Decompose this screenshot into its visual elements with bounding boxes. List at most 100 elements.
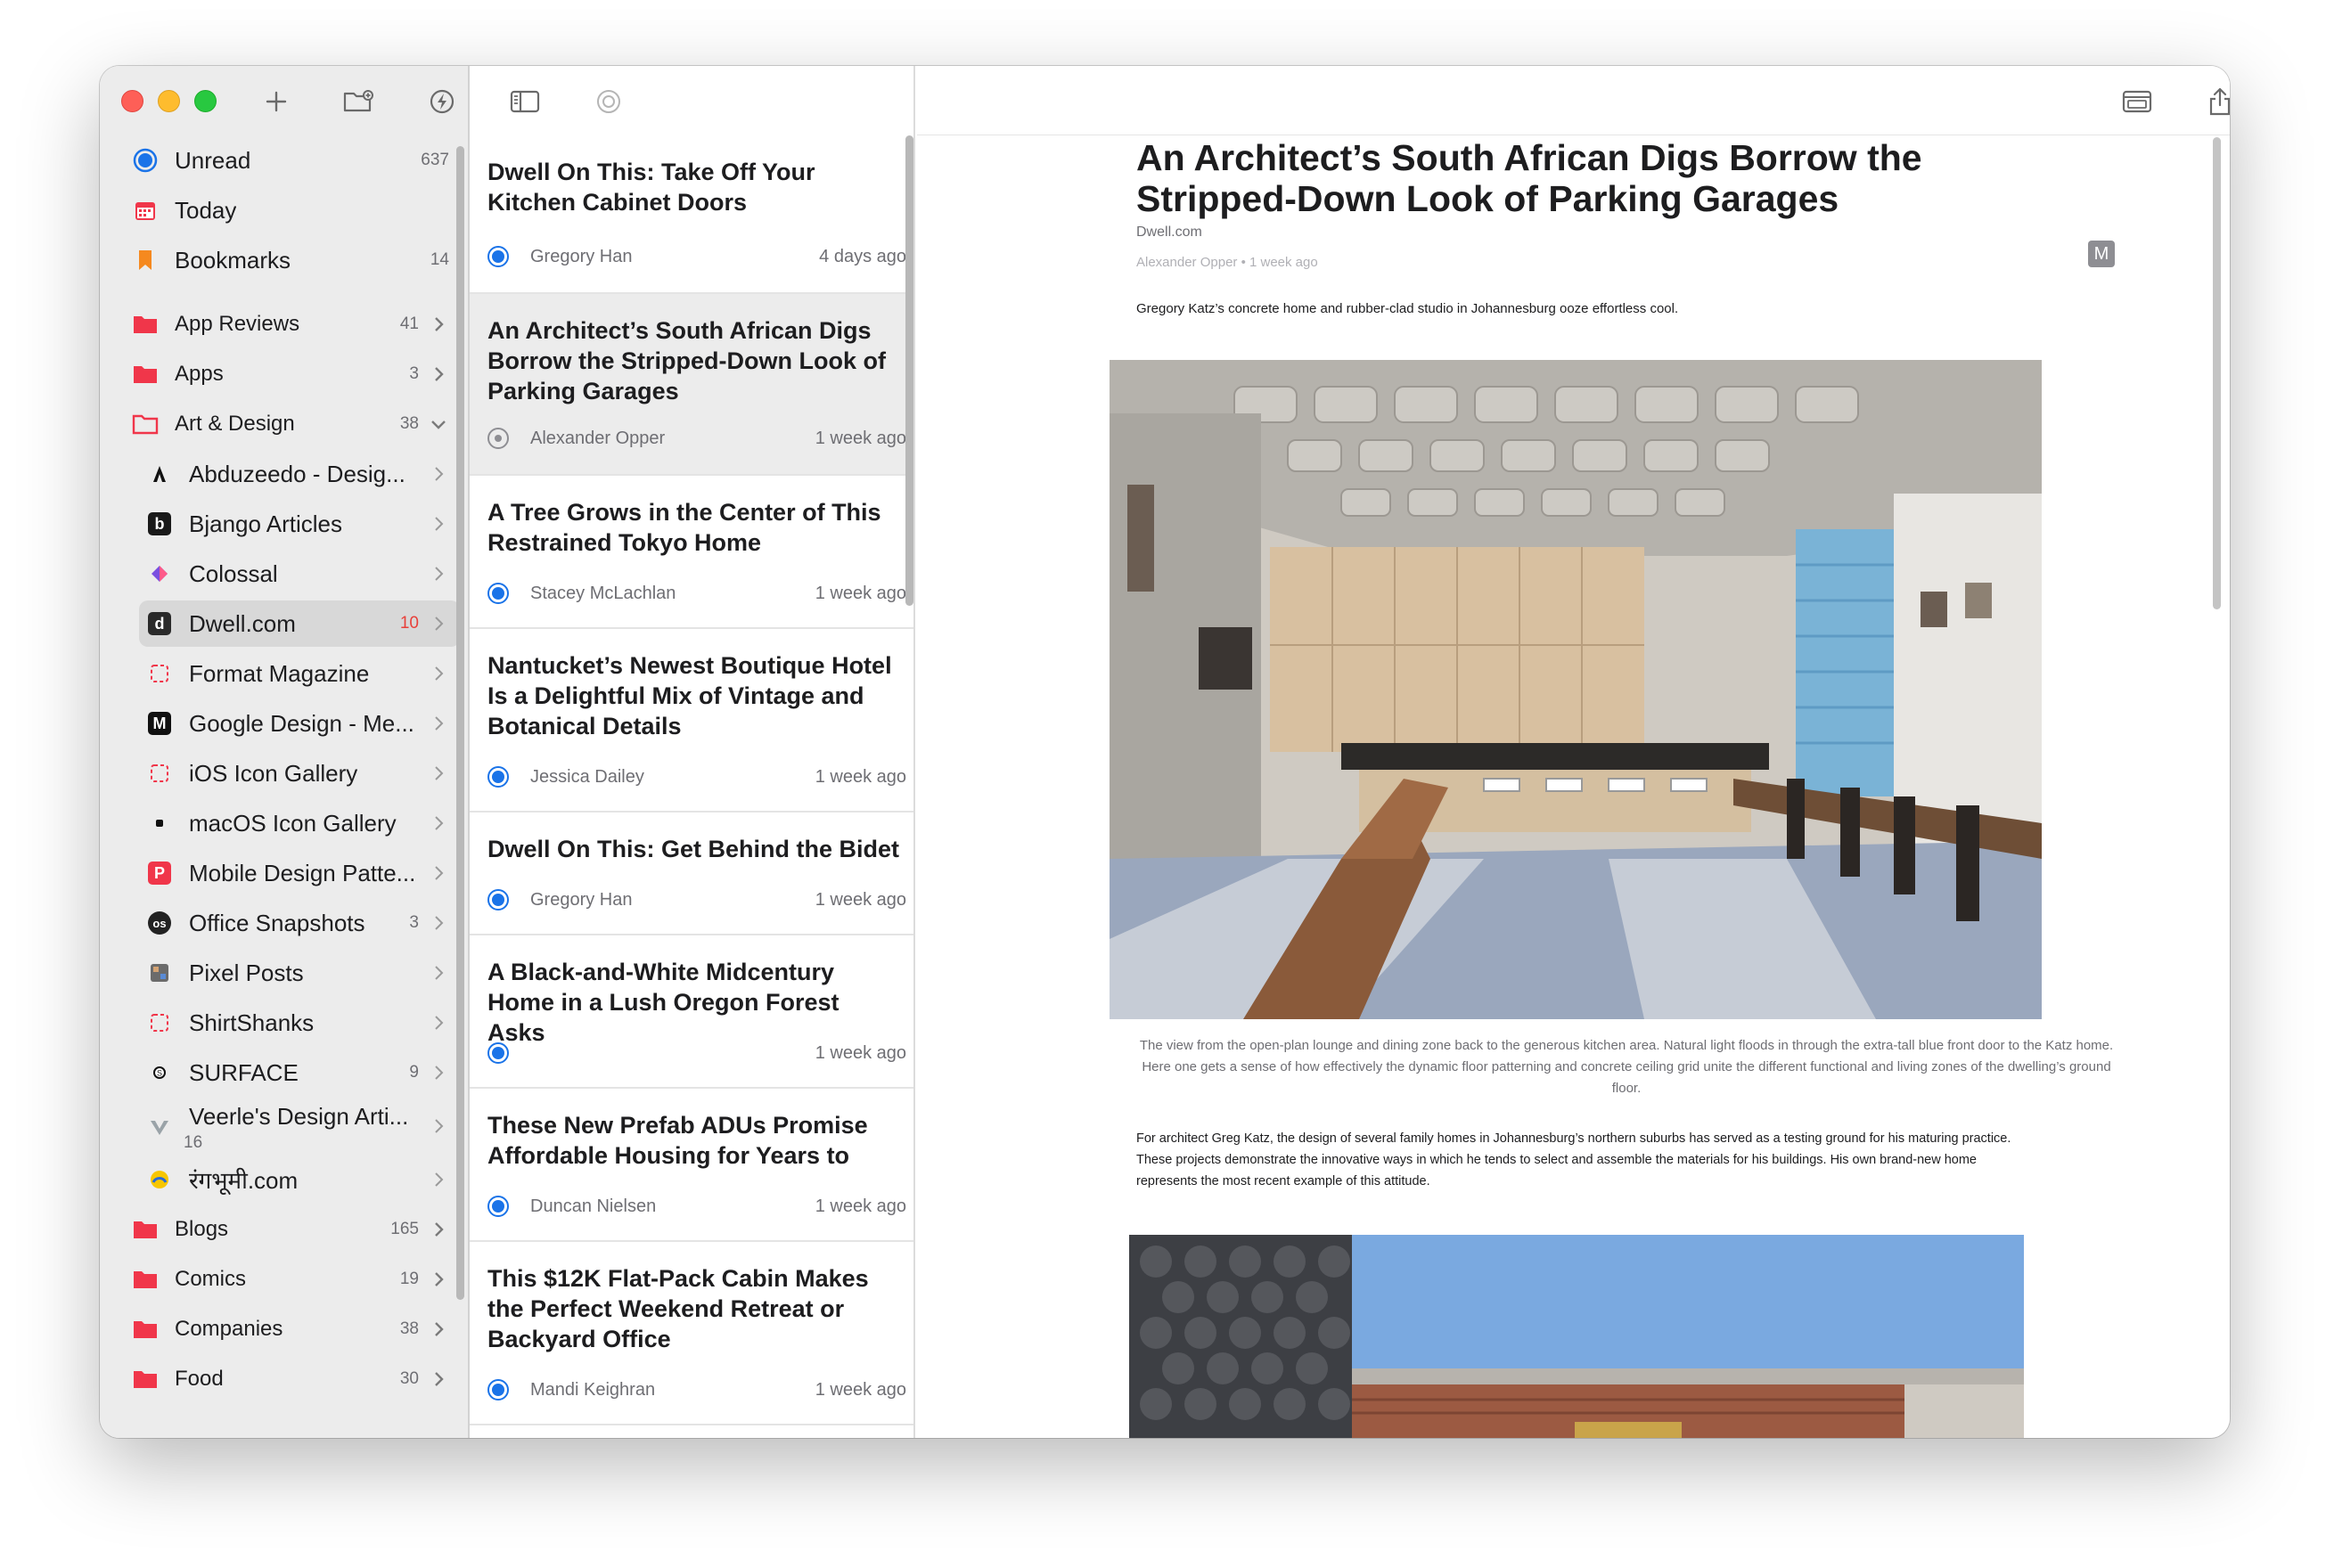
sidebar-feed-google-design[interactable]: M Google Design - Me...	[139, 700, 460, 747]
article-row-selected[interactable]: An Architect’s South African Digs Borrow…	[470, 294, 913, 476]
sidebar-scrollbar[interactable]	[456, 146, 464, 1300]
folder-count: 165	[390, 1220, 419, 1238]
folder-icon	[130, 1264, 160, 1294]
sidebar-feed-shirtshanks[interactable]: ShirtShanks	[139, 1000, 460, 1046]
sidebar-item-label: Bookmarks	[175, 246, 291, 274]
chevron-right-icon[interactable]	[428, 1115, 449, 1137]
chevron-right-icon[interactable]	[428, 314, 449, 335]
article-row[interactable]: A Black-and-White Midcentury Home in a L…	[470, 935, 913, 1089]
sidebar-feed-rangbhumi[interactable]: रंगभूमी.com	[139, 1156, 460, 1203]
article-subtitle: Gregory Katz’s concrete home and rubber-…	[1136, 301, 1679, 316]
sidebar-feed-pixel-posts[interactable]: Pixel Posts	[139, 950, 460, 996]
chevron-right-icon[interactable]	[428, 763, 449, 784]
unread-dot-icon[interactable]	[487, 766, 509, 788]
article-row[interactable]: Dwell On This: Get Behind the Bidet Greg…	[470, 813, 913, 935]
sidebar-feed-ios-icon-gallery[interactable]: iOS Icon Gallery	[139, 750, 460, 796]
mercury-parser-button[interactable]: M	[2088, 241, 2115, 267]
chevron-right-icon[interactable]	[428, 613, 449, 634]
chevron-right-icon[interactable]	[428, 363, 449, 385]
reader-scrollbar[interactable]	[2213, 137, 2221, 609]
chevron-right-icon[interactable]	[428, 1368, 449, 1390]
unread-dot-icon[interactable]	[487, 246, 509, 267]
article-title: Nantucket’s Newest Boutique Hotel Is a D…	[487, 652, 892, 739]
image-caption: The view from the open-plan lounge and d…	[1139, 1038, 2114, 1096]
chevron-right-icon[interactable]	[428, 1319, 449, 1340]
sidebar-item-unread[interactable]: Unread 637	[125, 137, 460, 184]
sidebar-feed-mobile-design-patterns[interactable]: P Mobile Design Patte...	[139, 850, 460, 896]
window-close-button[interactable]	[121, 90, 143, 112]
folder-icon	[130, 309, 160, 339]
article-title: An Architect’s South African Digs Borrow…	[487, 317, 886, 404]
sidebar-folder-blogs[interactable]: Blogs 165	[125, 1206, 460, 1253]
sidebar-item-today[interactable]: Today	[125, 187, 460, 233]
article-row[interactable]: These New Prefab ADUs Promise Affordable…	[470, 1089, 913, 1242]
sidebar-feed-bjango[interactable]: b Bjango Articles	[139, 501, 460, 547]
window-minimize-button[interactable]	[158, 90, 180, 112]
sidebar-item-label: macOS Icon Gallery	[189, 809, 397, 837]
view-mode-icon[interactable]	[2119, 84, 2155, 119]
sidebar-feed-colossal[interactable]: Colossal	[139, 551, 460, 597]
unread-dot-icon[interactable]	[487, 1042, 509, 1064]
unread-dot-icon[interactable]	[487, 583, 509, 604]
chevron-right-icon[interactable]	[428, 862, 449, 884]
article-row[interactable]: Nantucket’s Newest Boutique Hotel Is a D…	[470, 629, 913, 813]
chevron-right-icon[interactable]	[428, 463, 449, 485]
chevron-right-icon[interactable]	[428, 912, 449, 934]
article-list-toolbar	[470, 66, 913, 135]
feed-unread-count: 16	[184, 1133, 203, 1152]
sidebar-item-label: Bjango Articles	[189, 510, 342, 537]
sidebar-feed-format[interactable]: Format Magazine	[139, 650, 460, 697]
sidebar-folder-comics[interactable]: Comics 19	[125, 1256, 460, 1303]
chevron-right-icon[interactable]	[428, 962, 449, 984]
sidebar-item-bookmarks[interactable]: Bookmarks 14	[125, 237, 460, 283]
toggle-sidebar-icon[interactable]	[507, 84, 543, 119]
sidebar-item-label: Unread	[175, 146, 251, 174]
add-feed-icon[interactable]	[258, 84, 294, 119]
article-row[interactable]: A Tree Grows in the Center of This Restr…	[470, 476, 913, 629]
article-row[interactable]: This $12K Flat-Pack Cabin Makes the Perf…	[470, 1242, 913, 1425]
article-source[interactable]: Dwell.com	[1136, 225, 1202, 241]
sidebar-folder-app-reviews[interactable]: App Reviews 41	[125, 301, 460, 347]
mobile-patterns-favicon: P	[144, 858, 175, 888]
sidebar: Unread 637 Today Bookmarks 14 App Review…	[100, 66, 470, 1438]
new-folder-icon[interactable]	[340, 84, 376, 119]
chevron-right-icon[interactable]	[428, 663, 449, 684]
chevron-right-icon[interactable]	[428, 1219, 449, 1240]
chevron-right-icon[interactable]	[428, 713, 449, 734]
sidebar-feed-dwell[interactable]: d Dwell.com 10	[139, 600, 460, 647]
refresh-bolt-icon[interactable]	[424, 84, 460, 119]
chevron-right-icon[interactable]	[428, 563, 449, 584]
unread-dot-icon[interactable]	[487, 1379, 509, 1401]
chevron-right-icon[interactable]	[428, 513, 449, 535]
sidebar-feed-surface[interactable]: S SURFACE 9	[139, 1049, 460, 1096]
article-title: These New Prefab ADUs Promise Affordable…	[487, 1112, 868, 1169]
article-list-scrollbar[interactable]	[905, 135, 913, 606]
rangbhumi-favicon	[144, 1164, 175, 1195]
chevron-right-icon[interactable]	[428, 813, 449, 834]
chevron-right-icon[interactable]	[428, 1012, 449, 1033]
folder-icon	[130, 1214, 160, 1245]
sidebar-feed-veerle[interactable]: Veerle's Design Arti... 16	[139, 1099, 460, 1153]
sidebar-feed-abduzeedo[interactable]: Abduzeedo - Desig...	[139, 451, 460, 497]
unread-dot-icon[interactable]	[487, 889, 509, 911]
unread-dot-icon[interactable]	[487, 1196, 509, 1217]
chevron-right-icon[interactable]	[428, 1169, 449, 1190]
sidebar-feed-macos-icon-gallery[interactable]: macOS Icon Gallery	[139, 800, 460, 846]
chevron-down-icon[interactable]	[428, 413, 449, 435]
sidebar-folder-food[interactable]: Food 30	[125, 1356, 460, 1402]
article-meta: Alexander Opper 1 week ago	[487, 426, 906, 451]
article-row[interactable]: Dwell On This: Take Off Your Kitchen Cab…	[470, 135, 913, 294]
sidebar-feed-office-snapshots[interactable]: os Office Snapshots 3	[139, 900, 460, 946]
mark-all-read-icon[interactable]	[591, 84, 627, 119]
read-dot-icon[interactable]	[487, 428, 509, 449]
sidebar-folder-apps[interactable]: Apps 3	[125, 351, 460, 397]
sidebar-folder-companies[interactable]: Companies 38	[125, 1306, 460, 1352]
sidebar-folder-art-design[interactable]: Art & Design 38	[125, 401, 460, 447]
sidebar-item-label: Apps	[175, 362, 224, 386]
chevron-right-icon[interactable]	[428, 1062, 449, 1083]
article-title: A Black-and-White Midcentury Home in a L…	[487, 959, 839, 1046]
folder-count: 3	[409, 364, 419, 383]
window-zoom-button[interactable]	[194, 90, 217, 112]
share-icon[interactable]	[2202, 84, 2230, 119]
chevron-right-icon[interactable]	[428, 1269, 449, 1290]
